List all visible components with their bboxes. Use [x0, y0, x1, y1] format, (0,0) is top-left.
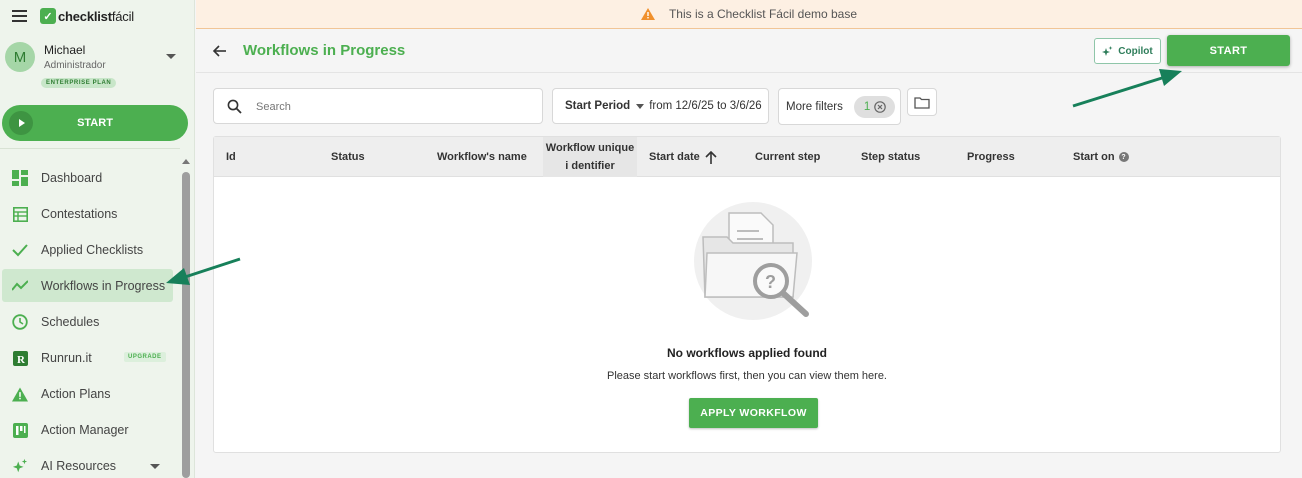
warning-icon: [640, 8, 655, 20]
logo-brand: checklist: [58, 8, 112, 24]
play-icon: [9, 111, 33, 135]
menu-icon[interactable]: [12, 10, 27, 22]
column-header-current-step[interactable]: Current step: [755, 137, 820, 177]
app-root: ✓ checklistfácil M Michael Administrador…: [0, 0, 1302, 478]
copilot-label: Copilot: [1118, 45, 1153, 57]
dashboard-icon: [12, 170, 28, 186]
annotation-arrow-start: [1072, 69, 1182, 108]
sidebar-item-action-manager[interactable]: Action Manager: [0, 412, 178, 448]
column-header-workflow-uid[interactable]: Workflow unique i dentifier: [543, 137, 637, 177]
logo-brand-thin: fácil: [111, 8, 134, 24]
logo[interactable]: ✓ checklistfácil: [40, 8, 134, 24]
search-icon: [227, 99, 242, 114]
sidebar-item-label: AI Resources: [41, 459, 117, 473]
filter-count-chip: 1: [853, 95, 895, 118]
column-header-start-date[interactable]: Start date: [649, 137, 717, 177]
folder-icon: [914, 96, 930, 109]
copilot-button[interactable]: Copilot: [1094, 38, 1161, 64]
sidebar-item-action-plans[interactable]: Action Plans: [0, 376, 178, 412]
sidebar-item-label: Applied Checklists: [41, 243, 144, 257]
sidebar-item-label: Workflows in Progress: [41, 278, 166, 293]
chevron-down-icon[interactable]: [150, 464, 160, 469]
sidebar-scrollbar[interactable]: [181, 155, 190, 478]
check-icon: [12, 242, 28, 258]
column-header-label: Start date: [649, 151, 700, 163]
sidebar-item-label: Action Plans: [41, 387, 111, 401]
sidebar-divider: [0, 148, 180, 149]
empty-state-title: No workflows applied found: [667, 346, 827, 360]
plan-badge: ENTERPRISE PLAN: [41, 78, 117, 88]
sort-ascending-icon[interactable]: [705, 150, 717, 164]
sparkle-icon: [12, 458, 28, 474]
header-divider: [196, 72, 1302, 73]
page-title: Workflows in Progress: [243, 42, 406, 59]
warning-icon: [12, 386, 28, 402]
sidebar-item-label: Runrun.it: [41, 351, 92, 365]
start-period-filter[interactable]: Start Period from 12/6/25 to 3/6/26: [552, 88, 769, 124]
trend-icon: [12, 278, 28, 294]
period-label: Start Period: [565, 100, 631, 112]
sidebar-item-label: Dashboard: [41, 171, 103, 185]
column-header-step-status[interactable]: Step status: [861, 137, 920, 177]
avatar: M: [5, 42, 35, 72]
user-name: Michael: [44, 43, 86, 57]
logo-check-icon: ✓: [40, 8, 56, 24]
chevron-down-icon[interactable]: [166, 54, 176, 59]
column-header-id[interactable]: Id: [226, 137, 236, 177]
scroll-up-icon[interactable]: [182, 159, 190, 164]
search-input[interactable]: [256, 97, 526, 117]
sidebar-start-label: START: [77, 117, 113, 129]
sidebar-start-button[interactable]: START: [2, 105, 188, 141]
kanban-icon: [12, 422, 28, 438]
runrun-icon: R: [12, 350, 28, 366]
period-range: from 12/6/25 to 3/6/26: [649, 100, 762, 112]
sidebar-item-contestations[interactable]: Contestations: [0, 196, 178, 232]
clear-filter-icon[interactable]: [874, 100, 887, 113]
sidebar-item-label: Contestations: [41, 207, 118, 221]
back-arrow-icon[interactable]: [212, 43, 228, 59]
start-button[interactable]: START: [1167, 35, 1290, 66]
svg-text:?: ?: [765, 272, 776, 292]
column-header-progress[interactable]: Progress: [967, 137, 1015, 177]
sidebar-item-label: Schedules: [41, 315, 100, 329]
folder-button[interactable]: [907, 88, 937, 116]
column-header-status[interactable]: Status: [331, 137, 365, 177]
more-filters-button[interactable]: More filters 1: [778, 88, 901, 125]
banner-text: This is a Checklist Fácil demo base: [668, 7, 858, 21]
table-header: Id Status Workflow's name Workflow uniqu…: [214, 137, 1280, 177]
user-role: Administrador: [44, 60, 106, 71]
apply-workflow-button[interactable]: APPLY WORKFLOW: [689, 398, 818, 428]
sidebar-topbar: ✓ checklistfácil: [0, 0, 195, 32]
sidebar-item-workflows-in-progress[interactable]: Workflows in Progress: [2, 269, 173, 302]
demo-banner: This is a Checklist Fácil demo base: [196, 0, 1302, 29]
sidebar-item-ai-resources[interactable]: AI Resources: [0, 448, 178, 478]
sidebar: ✓ checklistfácil M Michael Administrador…: [0, 0, 195, 478]
sidebar-item-dashboard[interactable]: Dashboard: [0, 160, 178, 196]
scroll-thumb[interactable]: [182, 172, 190, 478]
sidebar-item-runrun[interactable]: R Runrun.it UPGRADE: [0, 340, 178, 376]
caret-down-icon: [636, 103, 645, 109]
sidebar-item-schedules[interactable]: Schedules: [0, 304, 178, 340]
more-filters-label: More filters: [786, 100, 843, 113]
svg-text:R: R: [17, 354, 26, 366]
sidebar-item-label: Action Manager: [41, 423, 129, 437]
sidebar-nav: Dashboard Contestations Applied Checklis…: [0, 160, 178, 478]
upgrade-badge[interactable]: UPGRADE: [124, 352, 166, 362]
empty-folder-illustration: ?: [694, 202, 812, 320]
workflows-table: Id Status Workflow's name Workflow uniqu…: [213, 136, 1281, 453]
column-header-label: Start on: [1073, 151, 1115, 163]
table-icon: [12, 206, 28, 222]
empty-state-subtitle: Please start workflows first, then you c…: [606, 370, 887, 382]
column-header-start-on[interactable]: Start on ?: [1073, 137, 1129, 177]
filter-count: 1: [863, 100, 871, 113]
logo-text: checklistfácil: [58, 9, 134, 24]
sidebar-item-applied-checklists[interactable]: Applied Checklists: [0, 232, 178, 268]
sparkle-icon: [1102, 45, 1113, 56]
column-header-workflow-name[interactable]: Workflow's name: [437, 137, 527, 177]
clock-icon: [12, 314, 28, 330]
user-profile[interactable]: M Michael Administrador ENTERPRISE PLAN: [5, 40, 190, 92]
help-icon[interactable]: ?: [1118, 152, 1129, 162]
search-box[interactable]: [213, 88, 543, 124]
